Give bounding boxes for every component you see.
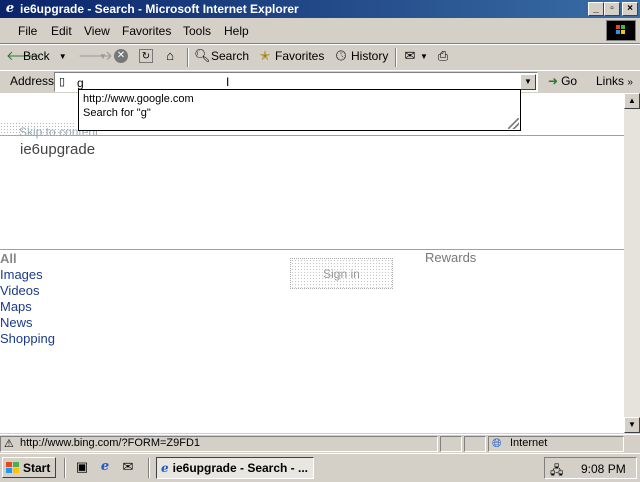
search-label: Search [211,49,250,63]
back-arrow-icon: 🡐 [6,48,41,63]
nav-shopping[interactable]: Shopping [0,331,55,346]
autocomplete-item[interactable]: http://www.google.com [83,93,194,105]
refresh-icon: ↻ [139,49,153,63]
menu-tools[interactable]: Tools [183,24,211,38]
home-icon: ⌂ [166,48,174,63]
mail-icon: ✉ [404,48,416,63]
forward-arrow-icon: 🡒 [78,48,113,63]
maximize-button[interactable]: ▫ [604,2,620,16]
menu-view[interactable]: View [84,24,110,38]
mail-button[interactable]: ✉ ▼ [403,49,428,63]
menu-edit[interactable]: Edit [51,24,72,38]
page-content: Skip to content ie6upgrade All Images Vi… [0,93,624,433]
history-icon: 🕓︎ [335,48,347,63]
refresh-button[interactable]: ↻ [139,49,153,63]
menu-favorites[interactable]: Favorites [122,24,171,38]
ie-icon: e [161,461,169,475]
menu-help[interactable]: Help [224,24,249,38]
ie-icon[interactable]: e [3,2,17,16]
title-bar[interactable]: e ie6upgrade - Search - Microsoft Intern… [0,0,640,18]
text-cursor-icon: I [226,75,230,89]
scroll-up-button[interactable]: ▲ [624,93,640,109]
taskbar-task-ie[interactable]: e ie6upgrade - Search - ... [156,457,314,479]
resize-grip-icon[interactable] [508,118,519,129]
address-autocomplete: http://www.google.com Search for "g" [78,89,521,131]
windows-logo-icon [606,20,636,41]
page-icon: ▯ [59,76,66,88]
favorites-icon: ✭ [259,48,271,63]
clock[interactable]: 9:08 PM [581,462,626,476]
show-desktop-icon[interactable]: ▣ [74,459,90,475]
outlook-express-icon[interactable]: ✉ [120,459,136,475]
back-button[interactable]: 🡐 Back ▼ [6,48,67,64]
sign-in-button[interactable]: Sign in [290,258,393,289]
scroll-down-button[interactable]: ▼ [624,417,640,433]
address-label: Address [10,74,55,88]
toolbar-separator [187,48,189,67]
taskbar-separator [148,458,150,478]
site-logo[interactable]: ie6upgrade [20,141,95,158]
search-button[interactable]: 🔍︎ Search [194,48,250,64]
favorites-button[interactable]: ✭ Favorites [258,48,325,64]
back-label: Back [23,49,50,63]
stop-button[interactable]: ✕ [114,49,128,63]
menu-bar: File Edit View Favorites Tools Help [0,18,640,44]
taskbar-separator [64,458,66,478]
nav-images[interactable]: Images [0,267,43,282]
status-url: http://www.bing.com/?FORM=Z9FD1 [20,437,201,449]
nav-maps[interactable]: Maps [0,299,32,314]
close-button[interactable]: × [622,2,638,16]
chevron-right-icon: » [627,77,633,88]
nav-videos[interactable]: Videos [0,283,40,298]
toolbar-separator [395,48,397,67]
status-zone-pane [488,436,624,452]
start-button[interactable]: Start [2,457,56,478]
rewards-link[interactable]: Rewards [425,250,476,265]
favorites-label: Favorites [275,49,325,63]
status-pane [464,436,486,452]
chevron-down-icon[interactable]: ▼ [99,52,107,61]
status-pane [440,436,462,452]
menu-file[interactable]: File [18,24,37,38]
system-tray: 🖧︎ 9:08 PM [544,457,637,479]
home-button[interactable]: ⌂ [163,49,177,63]
print-button[interactable]: ⎙ [436,49,450,63]
autocomplete-item[interactable]: Search for "g" [83,107,151,119]
go-label: Go [561,74,578,88]
stop-icon: ✕ [114,49,128,63]
chevron-down-icon[interactable]: ▼ [59,52,67,61]
forward-button[interactable]: 🡒 ▼ [78,48,113,63]
links-button[interactable]: Links » [596,74,633,88]
task-label: ie6upgrade - Search - ... [172,461,309,475]
minimize-button[interactable]: _ [588,2,604,16]
address-dropdown-button[interactable]: ▼ [520,74,536,90]
history-label: History [351,49,389,63]
start-label: Start [23,460,51,475]
security-zone: Internet [510,437,548,449]
globe-icon: 🌐︎ [492,436,502,450]
sign-in-label: Sign in [323,267,360,281]
nav-news[interactable]: News [0,315,33,330]
divider [0,249,624,250]
go-button[interactable]: ➜ Go [548,74,577,88]
toolbar: 🡐 Back ▼ 🡒 ▼ ✕ ↻ ⌂ 🔍︎ Search ✭ Favorites… [0,44,640,71]
search-icon: 🔍︎ [194,48,211,63]
status-bar: ⚠ http://www.bing.com/?FORM=Z9FD1 🌐︎ Int… [0,434,640,453]
nav-all[interactable]: All [0,251,17,266]
ie-quicklaunch-icon[interactable]: e [97,459,113,475]
windows-flag-icon [6,461,19,473]
go-arrow-icon: ➜ [548,74,559,88]
print-icon: ⎙ [437,48,449,63]
vertical-scrollbar[interactable]: ▲ ▼ [624,93,640,433]
taskbar: Start ▣ e ✉ e ie6upgrade - Search - ... … [0,453,640,481]
warning-icon: ⚠ [4,438,14,450]
history-button[interactable]: 🕓︎ History [334,48,389,64]
network-icon[interactable]: 🖧︎ [550,461,563,482]
links-label: Links [596,74,625,88]
chevron-down-icon[interactable]: ▼ [420,52,428,61]
window-title: ie6upgrade - Search - Microsoft Internet… [20,2,299,16]
